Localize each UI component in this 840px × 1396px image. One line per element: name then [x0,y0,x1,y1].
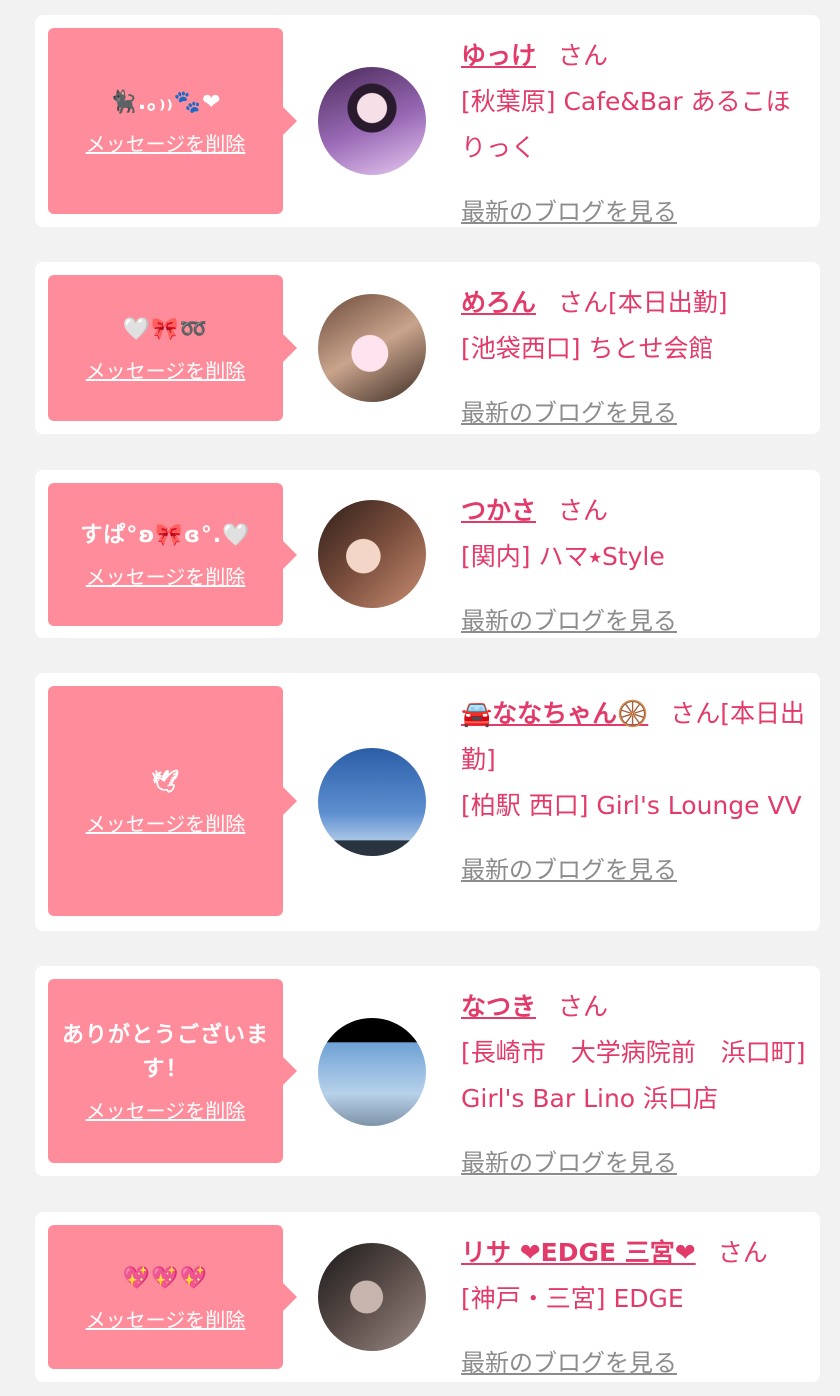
message-card: 🕊 メッセージを削除 🚘ななちゃん🛞 さん[本日出勤] [柏駅 西口] Girl'… [35,673,820,931]
message-text: 💖💖💖 [122,1265,209,1291]
cast-info: リサ ❤EDGE 三宮❤ さん [神戸・三宮] EDGE 最新のブログを見る [461,1230,806,1386]
latest-blog-link[interactable]: 最新のブログを見る [461,598,806,644]
cast-info: 🚘ななちゃん🛞 さん[本日出勤] [柏駅 西口] Girl's Lounge VV… [461,691,806,893]
message-card: 🤍🎀➿ メッセージを削除 めろん さん[本日出勤] [池袋西口] ちとせ会館 最新… [35,262,820,434]
honorific: さん [558,496,609,525]
delete-message-link[interactable]: メッセージを削除 [86,355,246,384]
message-text: 🐈‍⬛.｡₎₎🐾❤︎ [109,89,222,115]
honorific: さん [558,41,609,70]
cast-name-link[interactable]: なつき [461,992,536,1021]
message-bubble: すぱ°ʚ🎀ɞ°.🤍 メッセージを削除 [48,483,297,626]
cast-name-link[interactable]: 🚘ななちゃん🛞 [461,699,648,728]
message-card: 🐈‍⬛.｡₎₎🐾❤︎ メッセージを削除 ゆっけ さん [秋葉原] Cafe&Bar… [35,15,820,227]
latest-blog-link[interactable]: 最新のブログを見る [461,390,806,436]
delete-message-link[interactable]: メッセージを削除 [86,561,246,590]
message-text: 🕊 [151,769,180,795]
latest-blog-link[interactable]: 最新のブログを見る [461,847,806,893]
honorific: さん [717,1238,768,1267]
cast-name-link[interactable]: ゆっけ [461,41,536,70]
cast-info: なつき さん [長崎市 大学病院前 浜口町] Girl's Bar Lino 浜口… [461,984,806,1186]
honorific: さん [558,992,609,1021]
delete-message-link[interactable]: メッセージを削除 [86,1095,246,1124]
avatar[interactable] [318,294,426,402]
message-bubble: 🐈‍⬛.｡₎₎🐾❤︎ メッセージを削除 [48,28,297,214]
shop-name: [秋葉原] Cafe&Bar あるこほりっく [461,87,791,162]
message-bubble: 💖💖💖 メッセージを削除 [48,1225,297,1369]
cast-info: ゆっけ さん [秋葉原] Cafe&Bar あるこほりっく 最新のブログを見る [461,33,806,235]
latest-blog-link[interactable]: 最新のブログを見る [461,1340,806,1386]
delete-message-link[interactable]: メッセージを削除 [86,128,246,157]
message-text: すぱ°ʚ🎀ɞ°.🤍 [80,523,251,548]
latest-blog-link[interactable]: 最新のブログを見る [461,1140,806,1186]
cast-name-link[interactable]: リサ ❤EDGE 三宮❤ [461,1238,696,1267]
message-bubble: 🤍🎀➿ メッセージを削除 [48,275,297,421]
status: [本日出勤] [608,288,728,317]
avatar[interactable] [318,67,426,175]
message-card: 💖💖💖 メッセージを削除 リサ ❤EDGE 三宮❤ さん [神戸・三宮] EDGE… [35,1212,820,1382]
delete-message-link[interactable]: メッセージを削除 [86,1304,246,1333]
shop-name: [長崎市 大学病院前 浜口町] Girl's Bar Lino 浜口店 [461,1038,806,1113]
avatar[interactable] [318,748,426,856]
shop-name: [池袋西口] ちとせ会館 [461,334,714,363]
honorific: さん [558,288,609,317]
message-text: ありがとうございます！ [61,1022,269,1082]
message-card: すぱ°ʚ🎀ɞ°.🤍 メッセージを削除 つかさ さん [関内] ハマ⭑Style 最… [35,470,820,638]
message-bubble: ありがとうございます！ メッセージを削除 [48,979,297,1163]
message-card: ありがとうございます！ メッセージを削除 なつき さん [長崎市 大学病院前 浜口… [35,966,820,1177]
shop-name: [神戸・三宮] EDGE [461,1284,684,1313]
cast-name-link[interactable]: つかさ [461,496,536,525]
delete-message-link[interactable]: メッセージを削除 [86,808,246,837]
avatar[interactable] [318,1243,426,1351]
message-bubble: 🕊 メッセージを削除 [48,686,297,916]
honorific: さん [670,699,721,728]
cast-name-link[interactable]: めろん [461,288,536,317]
cast-info: めろん さん[本日出勤] [池袋西口] ちとせ会館 最新のブログを見る [461,280,806,436]
avatar[interactable] [318,500,426,608]
cast-info: つかさ さん [関内] ハマ⭑Style 最新のブログを見る [461,488,806,644]
shop-name: [関内] ハマ⭑Style [461,542,665,571]
message-text: 🤍🎀➿ [122,316,209,342]
shop-name: [柏駅 西口] Girl's Lounge VV [461,791,802,820]
avatar[interactable] [318,1018,426,1126]
latest-blog-link[interactable]: 最新のブログを見る [461,189,806,235]
